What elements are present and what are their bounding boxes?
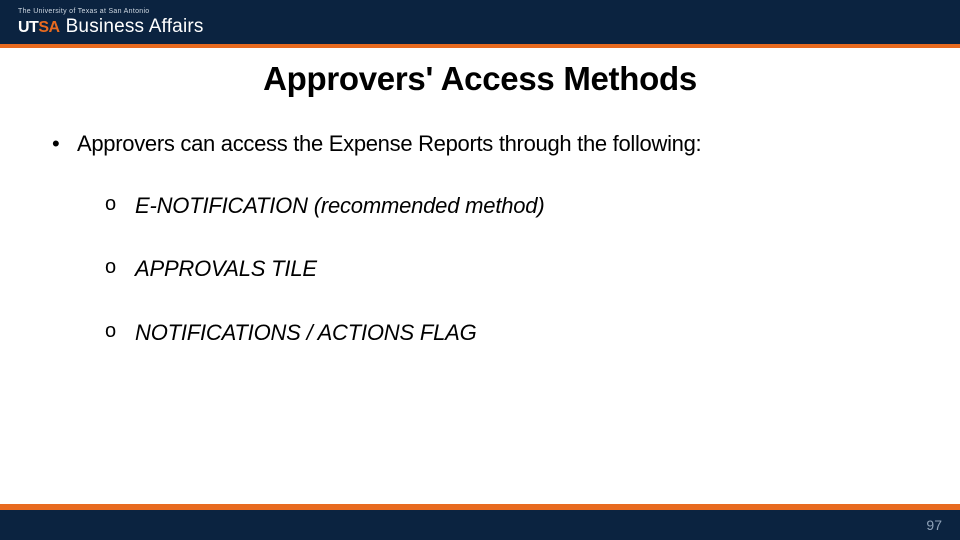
utsa-mark: UTSA — [18, 20, 60, 36]
footer-bar: 97 — [0, 510, 960, 540]
bullet-list-level2: E-NOTIFICATION (recommended method) APPR… — [77, 192, 918, 347]
header-accent-rule — [0, 44, 960, 48]
logo: The University of Texas at San Antonio U… — [18, 8, 204, 36]
footer: 97 — [0, 504, 960, 540]
page-number: 97 — [926, 517, 942, 533]
utsa-mark-orange: SA — [38, 19, 59, 36]
department-name: Business Affairs — [66, 17, 204, 36]
method-text: APPROVALS TILE — [135, 256, 317, 281]
institution-name: The University of Texas at San Antonio — [18, 8, 204, 15]
logo-bottom-row: UTSA Business Affairs — [18, 17, 204, 36]
bullet-list-level1: Approvers can access the Expense Reports… — [42, 130, 918, 346]
intro-text: Approvers can access the Expense Reports… — [77, 131, 701, 156]
method-item: APPROVALS TILE — [105, 255, 918, 283]
method-text: NOTIFICATIONS / ACTIONS FLAG — [135, 320, 477, 345]
header-bar: The University of Texas at San Antonio U… — [0, 0, 960, 44]
slide-title: Approvers' Access Methods — [0, 60, 960, 98]
method-text: E-NOTIFICATION (recommended method) — [135, 193, 544, 218]
content-area: Approvers can access the Expense Reports… — [0, 98, 960, 346]
utsa-mark-white: UT — [18, 19, 38, 36]
intro-bullet: Approvers can access the Expense Reports… — [42, 130, 918, 346]
method-item: E-NOTIFICATION (recommended method) — [105, 192, 918, 220]
slide: The University of Texas at San Antonio U… — [0, 0, 960, 540]
method-item: NOTIFICATIONS / ACTIONS FLAG — [105, 319, 918, 347]
